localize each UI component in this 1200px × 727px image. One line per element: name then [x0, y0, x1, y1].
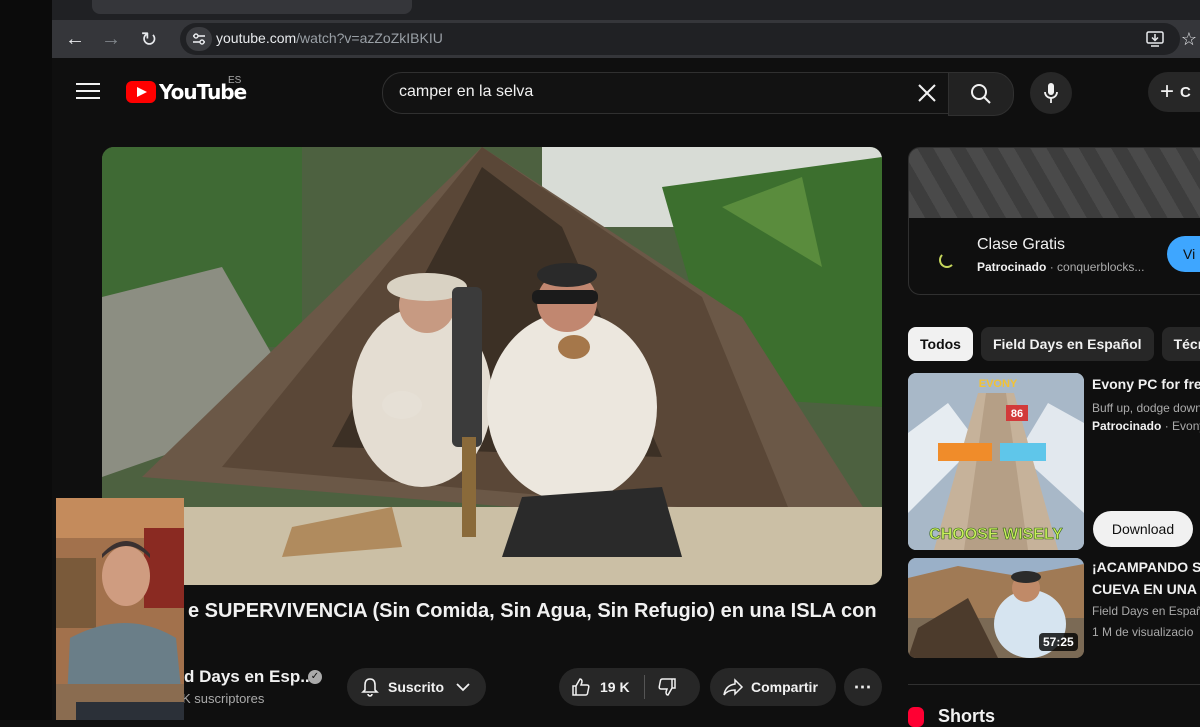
- ad-sponsored-label: Patrocinado: [977, 260, 1047, 274]
- shorts-label: Shorts: [938, 706, 996, 726]
- video-frame: [102, 147, 882, 585]
- ad-card[interactable]: Clase Gratis Patrocinado · conquerblocks…: [908, 147, 1200, 295]
- menu-icon[interactable]: [76, 80, 100, 100]
- sidebar-divider: [908, 684, 1200, 685]
- evony-sponsored-label: Patrocinado: [1092, 419, 1162, 433]
- more-actions-button[interactable]: ⋯: [844, 668, 882, 706]
- microphone-icon: [1044, 83, 1058, 103]
- browser-tab-strip: [52, 0, 1200, 20]
- bell-icon: [361, 678, 379, 697]
- evony-advertiser: · Evony: [1164, 419, 1200, 433]
- webcam-overlay: [56, 498, 184, 720]
- browser-toolbar: ← → ↻ youtube.com/watch?v=azZoZkIBKIU ☆: [52, 20, 1200, 58]
- subscribed-button[interactable]: Suscrito: [347, 668, 486, 706]
- ad-loading-icon: [939, 252, 955, 268]
- url-path: /watch?v=azZoZkIBKIU: [296, 30, 443, 46]
- video-title: e SUPERVIVENCIA (Sin Comida, Sin Agua, S…: [188, 600, 877, 622]
- monitor-bezel: [0, 0, 52, 720]
- shorts-header[interactable]: Shorts: [908, 706, 995, 727]
- url-text: youtube.com/watch?v=azZoZkIBKIU: [216, 30, 443, 46]
- clear-search-icon[interactable]: [915, 81, 939, 105]
- youtube-play-icon: [126, 81, 156, 103]
- ad-meta: Patrocinado · conquerblocks...: [977, 260, 1144, 274]
- filter-chips: Todos Field Days en Español Técn: [908, 327, 1200, 361]
- evony-sponsor-line: Patrocinado · Evony: [1092, 419, 1200, 433]
- cave-title-line1[interactable]: ¡ACAMPANDO S: [1092, 558, 1200, 576]
- channel-name[interactable]: d Days en Esp...: [184, 667, 314, 687]
- search-button[interactable]: [948, 72, 1014, 116]
- video-duration: 57:25: [1039, 633, 1078, 651]
- share-icon: [723, 678, 744, 696]
- reload-icon[interactable]: ↻: [136, 26, 162, 52]
- chevron-down-icon: [456, 683, 470, 692]
- create-button[interactable]: + C: [1148, 72, 1200, 112]
- cave-views: 1 M de visualizacio: [1092, 625, 1194, 639]
- evony-thumbnail[interactable]: 86 EVONY CHOOSE WISELY: [908, 373, 1084, 550]
- plus-icon: +: [1160, 78, 1175, 105]
- ad-banner: [909, 148, 1200, 218]
- like-count: 19 K: [600, 679, 630, 695]
- share-button[interactable]: Compartir: [710, 668, 836, 706]
- evony-thumb-text: CHOOSE WISELY: [929, 526, 1063, 543]
- search-box: [382, 72, 950, 114]
- create-label: C: [1180, 83, 1191, 101]
- dislike-button[interactable]: [657, 677, 677, 697]
- url-host: youtube.com: [216, 30, 297, 46]
- thumbs-up-icon: [572, 678, 590, 696]
- address-bar[interactable]: youtube.com/watch?v=azZoZkIBKIU: [180, 23, 1180, 55]
- ad-advertiser: · conquerblocks...: [1049, 260, 1145, 274]
- site-settings-icon[interactable]: [186, 27, 212, 51]
- chip-todos[interactable]: Todos: [908, 327, 973, 361]
- search-icon: [971, 84, 991, 104]
- browser-tab-active[interactable]: [92, 0, 412, 14]
- more-icon: ⋯: [853, 676, 873, 697]
- back-icon[interactable]: ←: [62, 26, 88, 52]
- subscribed-label: Suscrito: [388, 679, 445, 695]
- cave-channel[interactable]: Field Days en Español: [1092, 604, 1200, 618]
- youtube-logo[interactable]: YouTube ES: [126, 75, 247, 104]
- country-code: ES: [228, 75, 242, 86]
- ad-title: Clase Gratis: [977, 236, 1066, 253]
- search-input[interactable]: [399, 83, 879, 101]
- like-dislike-segment: 19 K: [559, 668, 700, 706]
- like-button[interactable]: 19 K: [571, 677, 630, 697]
- ad-visit-label: Vi: [1183, 246, 1196, 262]
- install-app-icon[interactable]: [1142, 26, 1168, 52]
- chip-tecnicas[interactable]: Técn: [1161, 327, 1200, 361]
- forward-icon[interactable]: →: [98, 26, 124, 52]
- evony-badge: 86: [1011, 408, 1023, 420]
- share-label: Compartir: [751, 679, 818, 695]
- thumbs-down-icon: [658, 678, 676, 696]
- voice-search-button[interactable]: [1030, 72, 1072, 114]
- chip-field-days[interactable]: Field Days en Español: [980, 327, 1154, 361]
- verified-badge-icon: ✓: [308, 670, 322, 684]
- like-divider: [643, 675, 645, 699]
- shorts-icon: [908, 706, 924, 727]
- ad-visit-button[interactable]: Vi: [1167, 236, 1200, 272]
- cave-title-line2[interactable]: CUEVA EN UNA I: [1092, 580, 1200, 598]
- youtube-page: YouTube ES + C: [52, 58, 1200, 727]
- evony-title[interactable]: Evony PC for free: [1092, 375, 1200, 393]
- download-button[interactable]: Download: [1093, 511, 1193, 547]
- subscriber-count: K suscriptores: [182, 691, 265, 706]
- evony-brand: EVONY: [979, 378, 1018, 390]
- evony-description: Buff up, dodge down: [1092, 401, 1200, 415]
- bookmark-star-icon[interactable]: ☆: [1176, 26, 1200, 52]
- video-player[interactable]: [102, 147, 882, 585]
